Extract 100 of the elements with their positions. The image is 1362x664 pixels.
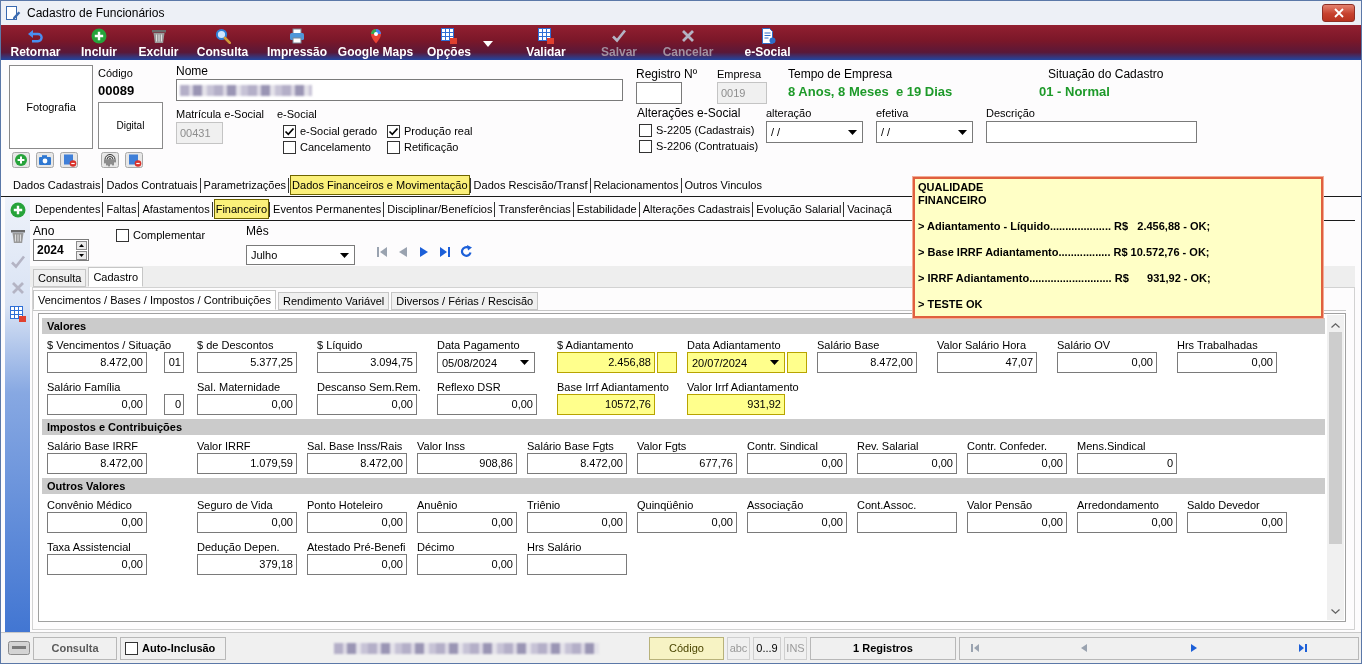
- amount-field[interactable]: 1.079,59: [197, 453, 297, 474]
- amount-field[interactable]: 0,00: [857, 453, 957, 474]
- amount-field[interactable]: 0,00: [417, 554, 517, 575]
- small-input-field[interactable]: [657, 352, 677, 373]
- amount-field[interactable]: 0,00: [47, 394, 147, 415]
- tab[interactable]: Evolução Salarial: [754, 199, 844, 219]
- small-input-field[interactable]: 0: [164, 394, 184, 415]
- checkbox[interactable]: [283, 124, 296, 138]
- refresh-icon[interactable]: [460, 245, 473, 258]
- tab[interactable]: Dependentes: [33, 199, 103, 219]
- amount-field[interactable]: 0,00: [637, 512, 737, 533]
- tab[interactable]: Parametrizações: [201, 175, 289, 195]
- amount-field[interactable]: 8.472,00: [307, 453, 407, 474]
- toolbar-button[interactable]: Consulta: [188, 25, 257, 60]
- small-input-field[interactable]: [787, 352, 807, 373]
- tab[interactable]: Dados Financeiros e Movimentação: [290, 175, 470, 195]
- tab[interactable]: Alterações Cadastrais: [640, 199, 753, 219]
- amount-field[interactable]: 0,00: [747, 453, 847, 474]
- amount-field[interactable]: 0,00: [197, 512, 297, 533]
- amount-field[interactable]: 0: [1077, 453, 1177, 474]
- tab[interactable]: Disciplinar/Benefícios: [385, 199, 495, 219]
- toolbar-button[interactable]: e-Social: [724, 25, 811, 60]
- tab[interactable]: Cadastro: [88, 267, 144, 287]
- checkbox[interactable]: [387, 124, 400, 138]
- tab[interactable]: Outros Vinculos: [682, 175, 764, 195]
- amount-field[interactable]: [857, 512, 957, 533]
- tab[interactable]: Diversos / Férias / Rescisão: [391, 292, 539, 310]
- toolbar-button[interactable]: Retornar: [2, 25, 69, 60]
- card-remove-icon[interactable]: [60, 152, 78, 168]
- amount-field[interactable]: 379,18: [197, 554, 297, 575]
- amount-field[interactable]: 0,00: [307, 512, 407, 533]
- scroll-down-icon[interactable]: [1331, 609, 1340, 614]
- card-remove-icon[interactable]: [125, 152, 143, 168]
- tab[interactable]: Afastamentos: [140, 199, 212, 219]
- amount-field[interactable]: 0,00: [747, 512, 847, 533]
- amount-field[interactable]: 677,76: [637, 453, 737, 474]
- amount-field[interactable]: 0,00: [967, 512, 1067, 533]
- checkbox[interactable]: [283, 140, 296, 154]
- amount-field[interactable]: 8.472,00: [817, 352, 917, 373]
- spin-up-icon[interactable]: [76, 240, 87, 250]
- year-spin-field[interactable]: 2024: [33, 239, 89, 261]
- field-selector[interactable]: Código: [649, 636, 724, 660]
- fingerprint-icon[interactable]: [101, 152, 119, 168]
- tab[interactable]: Rendimento Variável: [277, 292, 390, 310]
- tab[interactable]: Dados Cadastrais: [11, 175, 103, 195]
- checkbox[interactable]: [387, 140, 400, 154]
- last-icon[interactable]: [1298, 643, 1308, 653]
- amount-field[interactable]: 0,00: [1177, 352, 1277, 373]
- tab[interactable]: Vacinaçã: [845, 199, 894, 219]
- checkbox[interactable]: [125, 641, 138, 655]
- tab[interactable]: Vencimentos / Bases / Impostos / Contribuições: [33, 290, 276, 310]
- amount-field[interactable]: 0,00: [527, 512, 627, 533]
- next-icon[interactable]: [1188, 643, 1199, 653]
- amount-field[interactable]: 0,00: [417, 512, 517, 533]
- amount-field[interactable]: 5.377,25: [197, 352, 297, 373]
- tab[interactable]: Dados Rescisão/Transf: [471, 175, 590, 195]
- amount-field[interactable]: 931,92: [687, 394, 785, 415]
- toolbar-button[interactable]: Impressão: [257, 25, 337, 60]
- toolbar-button[interactable]: Excluir: [129, 25, 188, 60]
- last-icon[interactable]: [439, 245, 451, 258]
- plus-circle-icon[interactable]: [12, 152, 30, 168]
- scrollbar-thumb[interactable]: [1329, 332, 1342, 544]
- tab[interactable]: Faltas: [104, 199, 139, 219]
- amount-field[interactable]: 0,00: [47, 554, 147, 575]
- date-dropdown[interactable]: / /: [876, 121, 973, 143]
- name-field[interactable]: [176, 79, 623, 101]
- amount-field[interactable]: 10572,76: [557, 394, 655, 415]
- tab[interactable]: Estabilidade: [574, 199, 639, 219]
- amount-field[interactable]: 8.472,00: [47, 352, 147, 373]
- panel-icon[interactable]: [8, 641, 30, 655]
- toolbar-button[interactable]: Validar: [506, 25, 586, 60]
- checkbox[interactable]: [116, 228, 129, 242]
- checkbox[interactable]: [639, 139, 652, 153]
- amount-field[interactable]: 8.472,00: [47, 453, 147, 474]
- next-icon[interactable]: [418, 245, 430, 258]
- amount-field[interactable]: 0,00: [967, 453, 1067, 474]
- input-field[interactable]: [986, 121, 1197, 143]
- amount-field[interactable]: 0,00: [1077, 512, 1177, 533]
- amount-field[interactable]: 0,00: [47, 512, 147, 533]
- toolbar-button[interactable]: Opções: [414, 25, 506, 60]
- close-button[interactable]: [1322, 4, 1355, 22]
- tab[interactable]: Dados Contratuais: [104, 175, 200, 195]
- small-input-field[interactable]: 01: [164, 352, 184, 373]
- amount-field[interactable]: [527, 554, 627, 575]
- month-dropdown[interactable]: Julho: [246, 245, 355, 265]
- amount-field[interactable]: 2.456,88: [557, 352, 655, 373]
- amount-field[interactable]: 3.094,75: [317, 352, 417, 373]
- checkbox[interactable]: [639, 123, 652, 137]
- amount-field[interactable]: 0,00: [317, 394, 417, 415]
- amount-field[interactable]: 908,86: [417, 453, 517, 474]
- tab[interactable]: Financeiro: [213, 199, 270, 219]
- tab[interactable]: Transferências: [496, 199, 573, 219]
- amount-field[interactable]: 8.472,00: [527, 453, 627, 474]
- amount-field[interactable]: 0,00: [1057, 352, 1157, 373]
- toolbar-button[interactable]: Google Maps: [337, 25, 414, 60]
- spin-down-icon[interactable]: [76, 250, 87, 260]
- amount-field[interactable]: 0,00: [307, 554, 407, 575]
- tab[interactable]: Relacionamentos: [591, 175, 681, 195]
- tab[interactable]: Eventos Permanentes: [271, 199, 384, 219]
- amount-field[interactable]: 0,00: [1187, 512, 1287, 533]
